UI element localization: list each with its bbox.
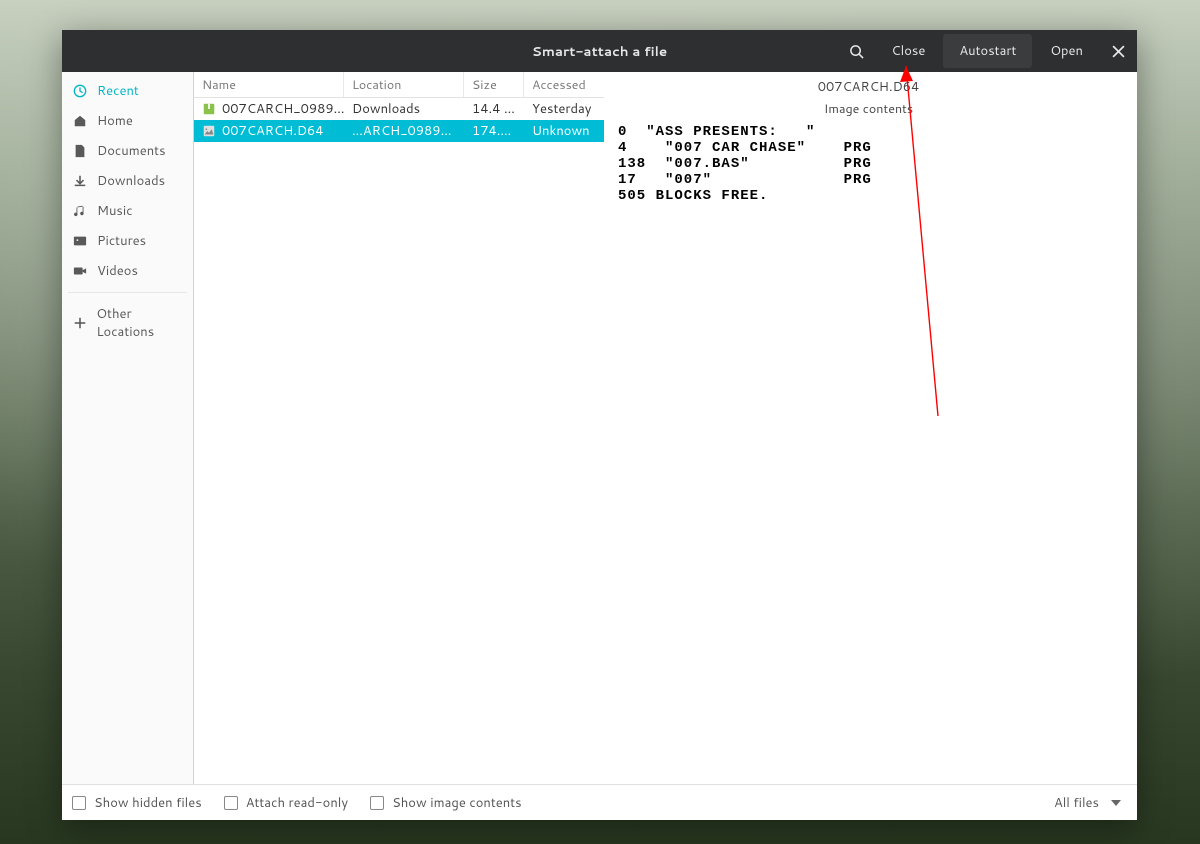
sidebar-item-downloads[interactable]: Downloads <box>62 166 193 196</box>
col-header-accessed[interactable]: Accessed <box>524 72 604 97</box>
disk-image-icon <box>202 124 216 138</box>
file-list-header: Name Location Size Accessed <box>194 72 604 98</box>
file-accessed: Yesterday <box>524 100 604 118</box>
checkbox-icon <box>224 796 238 810</box>
close-icon <box>1112 45 1125 58</box>
search-icon <box>849 44 864 59</box>
chevron-down-icon <box>1111 800 1121 806</box>
checkbox-attach-readonly[interactable]: Attach read-only <box>224 794 348 812</box>
sidebar: Recent Home Documents Downloads Music Pi… <box>62 72 194 784</box>
close-button[interactable]: Close <box>875 30 941 72</box>
col-header-size[interactable]: Size <box>464 72 524 97</box>
recent-icon <box>72 83 88 99</box>
file-location: Downloads <box>344 100 464 118</box>
dialog-footer: Show hidden files Attach read-only Show … <box>62 784 1137 820</box>
file-name: 007CARCH_0989… <box>222 100 344 118</box>
sidebar-item-label: Other Locations <box>96 305 189 341</box>
checkbox-show-hidden[interactable]: Show hidden files <box>72 794 202 812</box>
sidebar-item-label: Documents <box>97 142 166 160</box>
sidebar-item-label: Recent <box>97 82 139 100</box>
file-row[interactable]: 007CARCH_0989…Downloads14.4 kBYesterday <box>194 98 604 120</box>
preview-directory-listing: 0 "ASS PRESENTS: " 4 "007 CAR CHASE" PRG… <box>618 124 1119 204</box>
documents-icon <box>72 143 88 159</box>
autostart-button[interactable]: Autostart <box>943 34 1032 68</box>
dialog-header: Smart-attach a file Close Autostart Open <box>62 30 1137 72</box>
videos-icon <box>72 263 88 279</box>
checkbox-icon <box>370 796 384 810</box>
sidebar-item-pictures[interactable]: Pictures <box>62 226 193 256</box>
search-button[interactable] <box>837 30 875 72</box>
smart-attach-dialog: Smart-attach a file Close Autostart Open… <box>62 30 1137 820</box>
checkbox-label: Show image contents <box>392 794 522 812</box>
sidebar-item-label: Music <box>97 202 133 220</box>
sidebar-item-music[interactable]: Music <box>62 196 193 226</box>
home-icon <box>72 113 88 129</box>
sidebar-item-label: Videos <box>97 262 138 280</box>
file-name: 007CARCH.D64 <box>222 122 324 140</box>
file-filter-label: All files <box>1054 794 1099 812</box>
pictures-icon <box>72 233 88 249</box>
file-list-pane: Name Location Size Accessed 007CARCH_098… <box>194 72 604 784</box>
sidebar-item-documents[interactable]: Documents <box>62 136 193 166</box>
preview-pane: 007CARCH.D64 Image contents 0 "ASS PRESE… <box>604 72 1137 784</box>
sidebar-item-label: Downloads <box>97 172 165 190</box>
sidebar-item-recent[interactable]: Recent <box>62 76 193 106</box>
preview-subtitle: Image contents <box>618 100 1119 118</box>
sidebar-item-label: Home <box>97 112 133 130</box>
sidebar-item-label: Pictures <box>97 232 146 250</box>
sidebar-item-other-locations[interactable]: Other Locations <box>62 299 193 347</box>
file-filter-dropdown[interactable]: All files <box>1054 794 1127 812</box>
file-accessed: Unknown <box>524 122 604 140</box>
col-header-location[interactable]: Location <box>344 72 464 97</box>
preview-filename: 007CARCH.D64 <box>618 78 1119 96</box>
file-row[interactable]: 007CARCH.D64 …ARCH_09892_01174.8 kBUnknow… <box>194 120 604 142</box>
open-button[interactable]: Open <box>1034 30 1099 72</box>
checkbox-label: Attach read-only <box>246 794 348 812</box>
window-close-button[interactable] <box>1099 30 1137 72</box>
sidebar-item-videos[interactable]: Videos <box>62 256 193 286</box>
downloads-icon <box>72 173 88 189</box>
col-header-name[interactable]: Name <box>194 72 344 97</box>
file-size: 14.4 kB <box>464 100 524 118</box>
checkbox-icon <box>72 796 86 810</box>
checkbox-label: Show hidden files <box>94 794 202 812</box>
file-size: 174.8 kB <box>464 122 524 140</box>
file-location: …ARCH_09892_01 <box>344 122 464 140</box>
plus-icon <box>72 315 87 331</box>
music-icon <box>72 203 88 219</box>
checkbox-show-image-contents[interactable]: Show image contents <box>370 794 522 812</box>
sidebar-item-home[interactable]: Home <box>62 106 193 136</box>
archive-file-icon <box>202 102 216 116</box>
